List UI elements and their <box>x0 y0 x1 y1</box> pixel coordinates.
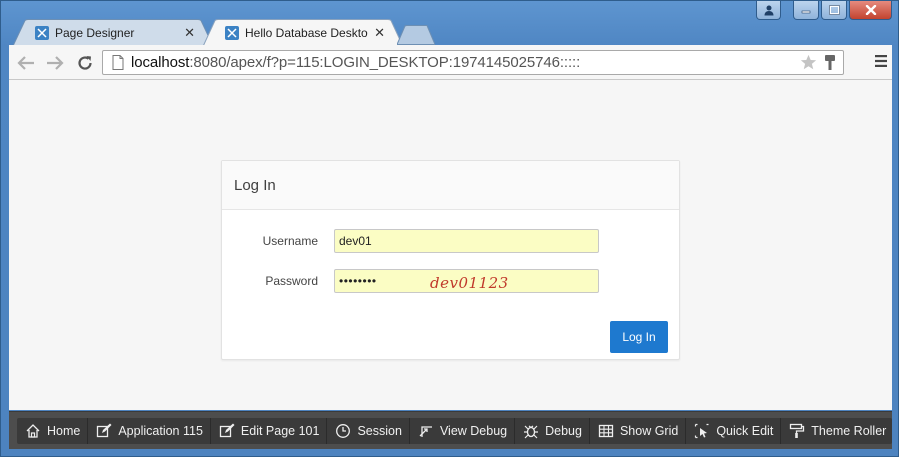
tab-title: Page Designer <box>55 25 135 40</box>
dev-item-label: Application 115 <box>118 424 203 438</box>
apex-favicon-icon <box>35 25 49 40</box>
dev-item-label: Home <box>47 424 81 438</box>
reload-icon[interactable] <box>75 53 95 73</box>
login-region: Log In Username dev01 Password •••••••• … <box>221 160 680 360</box>
close-tab-icon[interactable]: ✕ <box>374 25 385 41</box>
back-arrow-icon[interactable] <box>16 53 36 73</box>
dev-application-button[interactable]: Application 115 <box>88 418 211 444</box>
window-controls <box>756 1 892 20</box>
dev-item-label: Debug <box>545 424 582 438</box>
developer-toolbar: Home Application 115 Edit Page 101 Sessi… <box>9 411 892 449</box>
dev-item-label: Theme Roller <box>811 424 887 438</box>
forward-arrow-icon[interactable] <box>45 53 65 73</box>
user-icon[interactable] <box>756 1 781 20</box>
cursor-icon <box>695 423 709 439</box>
home-icon <box>26 424 40 438</box>
close-tab-icon[interactable]: ✕ <box>184 25 195 41</box>
extension-icon[interactable] <box>823 54 837 71</box>
url-text: localhost:8080/apex/f?p=115:LOGIN_DESKTO… <box>131 54 581 71</box>
page-icon <box>112 55 124 70</box>
view-debug-icon <box>419 426 432 437</box>
browser-window: Page Designer ✕ Hello Database Desktop A… <box>0 0 899 457</box>
dev-session-button[interactable]: Session <box>327 418 410 444</box>
apex-favicon-icon <box>225 25 239 40</box>
page-viewport: Log In Username dev01 Password •••••••• … <box>9 80 892 410</box>
bookmark-star-icon[interactable] <box>800 54 817 71</box>
tab-title: Hello Database Desktop A <box>245 25 368 40</box>
dev-home-button[interactable]: Home <box>17 418 89 444</box>
dev-debug-button[interactable]: Debug <box>515 418 590 444</box>
minimize-button[interactable] <box>793 1 819 20</box>
dev-item-label: Quick Edit <box>716 424 774 438</box>
dev-theme-roller-button[interactable]: Theme Roller <box>781 418 892 444</box>
bug-icon <box>524 425 539 439</box>
login-button[interactable]: Log In <box>610 321 668 353</box>
browser-toolbar: localhost:8080/apex/f?p=115:LOGIN_DESKTO… <box>9 45 892 80</box>
password-annotation: dev01123 <box>430 274 509 292</box>
password-row: Password •••••••• <box>222 269 599 293</box>
tab-page-designer[interactable]: Page Designer ✕ <box>13 19 213 46</box>
username-row: Username dev01 <box>222 229 599 253</box>
hamburger-menu-icon[interactable] <box>874 54 888 73</box>
grid-icon <box>598 424 614 438</box>
tab-hello-database[interactable]: Hello Database Desktop A ✕ <box>203 19 403 46</box>
username-input[interactable]: dev01 <box>334 229 599 253</box>
dev-item-label: Session <box>357 424 402 438</box>
password-label: Password <box>265 274 318 288</box>
clock-icon <box>336 424 351 438</box>
dev-item-label: Edit Page 101 <box>240 424 320 438</box>
dev-edit-page-button[interactable]: Edit Page 101 <box>211 418 328 444</box>
close-window-button[interactable] <box>849 1 892 20</box>
edit-icon <box>97 423 112 438</box>
dev-item-label: View Debug <box>439 424 508 438</box>
address-bar[interactable]: localhost:8080/apex/f?p=115:LOGIN_DESKTO… <box>102 50 844 75</box>
username-label: Username <box>262 234 318 248</box>
edit-icon <box>219 423 235 438</box>
dev-quick-edit-button[interactable]: Quick Edit <box>686 418 782 444</box>
dev-show-grid-button[interactable]: Show Grid <box>590 418 687 444</box>
dev-item-label: Show Grid <box>619 424 679 438</box>
login-header: Log In <box>222 161 679 210</box>
new-tab-button[interactable] <box>397 25 435 45</box>
maximize-button[interactable] <box>821 1 847 20</box>
dev-view-debug-button[interactable]: View Debug <box>410 418 516 444</box>
paint-roller-icon <box>790 423 805 438</box>
